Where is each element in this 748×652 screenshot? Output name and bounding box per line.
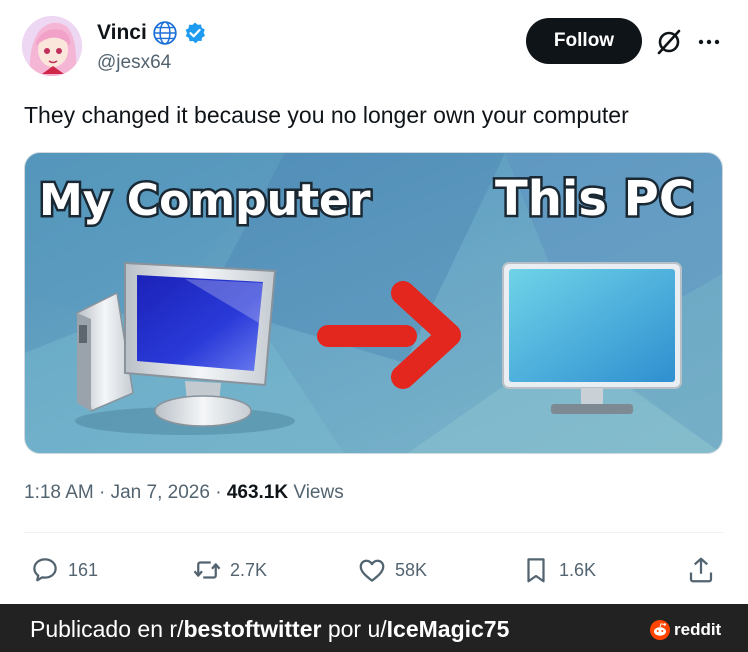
globe-icon xyxy=(153,21,177,45)
tweet-actions-bar: 161 2.7K 58K 1.6K xyxy=(0,548,748,592)
bookmark-count: 1.6K xyxy=(559,559,597,580)
heart-icon xyxy=(359,559,385,582)
like-count: 58K xyxy=(395,559,428,580)
grok-icon[interactable] xyxy=(655,28,683,56)
tweet-media-image[interactable]: My Computer This PC xyxy=(24,152,723,454)
follow-button[interactable]: Follow xyxy=(526,18,642,64)
reddit-footer: Publicado en r/bestoftwitter por u/IceMa… xyxy=(0,604,748,652)
divider xyxy=(24,532,724,533)
author-display-name[interactable]: Vinci xyxy=(97,21,147,45)
repost-button[interactable]: 2.7K xyxy=(192,548,267,592)
author-name-row: Vinci xyxy=(97,20,207,46)
more-options-icon[interactable] xyxy=(695,28,723,56)
repost-count: 2.7K xyxy=(230,559,268,580)
views-label: Views xyxy=(288,482,344,503)
footer-attribution: Publicado en r/bestoftwitter por u/IceMa… xyxy=(30,616,509,643)
tweet-meta: 1:18 AM · Jan 7, 2026 · 463.1K Views xyxy=(24,482,344,504)
reddit-user-link[interactable]: IceMagic75 xyxy=(387,616,510,642)
footer-prefix: Publicado en r/ xyxy=(30,616,184,642)
media-left-caption: My Computer xyxy=(39,175,371,226)
tweet-text: They changed it because you no longer ow… xyxy=(24,102,629,128)
share-icon xyxy=(689,557,713,583)
reply-count: 161 xyxy=(68,559,99,580)
tweet-header: Vinci @jesx64 Follow xyxy=(0,0,748,90)
footer-middle: por u/ xyxy=(321,616,387,642)
bookmark-button[interactable]: 1.6K xyxy=(521,548,596,592)
share-button[interactable] xyxy=(686,548,716,592)
bookmark-icon xyxy=(527,558,545,583)
meta-separator: · xyxy=(209,482,227,503)
reply-icon xyxy=(33,558,57,582)
tweet-time[interactable]: 1:18 AM xyxy=(24,482,94,503)
avatar[interactable] xyxy=(22,16,82,76)
verified-badge-icon xyxy=(185,22,205,44)
reddit-icon xyxy=(650,620,670,640)
reply-button[interactable]: 161 xyxy=(30,548,98,592)
views-count: 463.1K xyxy=(226,482,289,503)
subreddit-link[interactable]: bestoftwitter xyxy=(183,616,321,642)
reddit-logo: reddit xyxy=(650,620,721,640)
meta-separator: · xyxy=(93,482,111,503)
reddit-wordmark: reddit xyxy=(674,620,722,639)
repost-icon xyxy=(193,561,221,579)
author-handle[interactable]: @jesx64 xyxy=(97,52,171,74)
like-button[interactable]: 58K xyxy=(357,548,427,592)
media-right-caption: This PC xyxy=(495,171,694,227)
tweet-date[interactable]: Jan 7, 2026 xyxy=(111,482,210,503)
